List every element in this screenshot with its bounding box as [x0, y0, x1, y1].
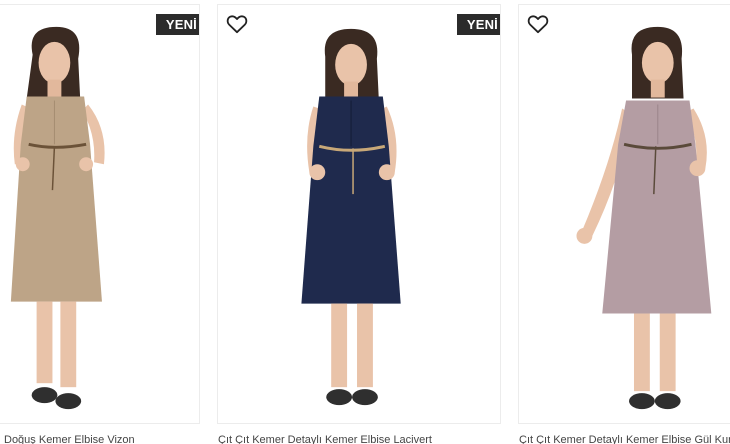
- new-badge: YENİ: [456, 14, 500, 35]
- product-title[interactable]: Doğuş Kemer Elbise Vizon: [4, 434, 200, 444]
- product-card[interactable]: YENİ: [0, 4, 200, 424]
- new-badge: YENİ: [155, 14, 199, 35]
- heart-icon[interactable]: [527, 14, 549, 34]
- product-card[interactable]: [518, 4, 730, 424]
- product-title[interactable]: Çıt Çıt Kemer Detaylı Kemer Elbise Laciv…: [218, 434, 502, 444]
- product-image[interactable]: [0, 5, 199, 423]
- product-image[interactable]: [519, 5, 730, 423]
- product-card[interactable]: YENİ: [217, 4, 501, 424]
- product-grid: YENİ YENİ Doğuş Kemer Elbise Vizon Çıt Ç…: [0, 0, 730, 444]
- product-title[interactable]: Çıt Çıt Kemer Detaylı Kemer Elbise Gül K…: [519, 434, 730, 444]
- heart-icon[interactable]: [226, 14, 248, 34]
- product-image[interactable]: [218, 5, 500, 423]
